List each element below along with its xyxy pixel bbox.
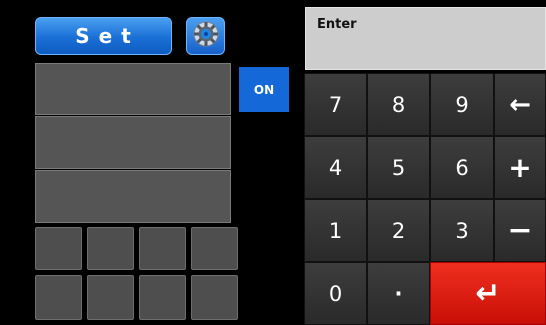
display-slot-1 [35,63,231,115]
key-backspace[interactable]: ← [494,73,546,136]
key-plus[interactable]: + [494,136,546,199]
gear-icon [192,20,220,52]
on-button[interactable]: ON [239,67,289,112]
key-8[interactable]: 8 [367,73,430,136]
key-2[interactable]: 2 [367,199,430,262]
key-0[interactable]: 0 [304,262,367,325]
settings-button[interactable] [186,17,225,55]
entry-field[interactable]: Enter [305,7,546,70]
key-3[interactable]: 3 [430,199,494,262]
backspace-icon: ← [509,89,531,120]
entry-prompt: Enter [317,17,357,32]
grid-slot[interactable] [35,275,82,320]
grid-slot[interactable] [191,275,238,320]
key-minus[interactable]: − [494,199,546,262]
key-9[interactable]: 9 [430,73,494,136]
minus-icon: − [507,213,533,248]
grid-slot[interactable] [35,227,82,270]
key-5[interactable]: 5 [367,136,430,199]
key-6[interactable]: 6 [430,136,494,199]
key-1[interactable]: 1 [304,199,367,262]
grid-slot[interactable] [87,227,134,270]
grid-slot[interactable] [191,227,238,270]
key-decimal[interactable]: · [367,262,430,325]
key-7[interactable]: 7 [304,73,367,136]
display-slot-3 [35,170,231,223]
grid-slot[interactable] [87,275,134,320]
set-button[interactable]: Set [35,17,172,55]
key-enter[interactable]: ↵ [430,262,546,325]
enter-icon: ↵ [475,276,501,311]
grid-slot[interactable] [139,227,186,270]
plus-icon: + [508,151,532,184]
key-4[interactable]: 4 [304,136,367,199]
display-slot-2 [35,116,231,169]
grid-slot[interactable] [139,275,186,320]
